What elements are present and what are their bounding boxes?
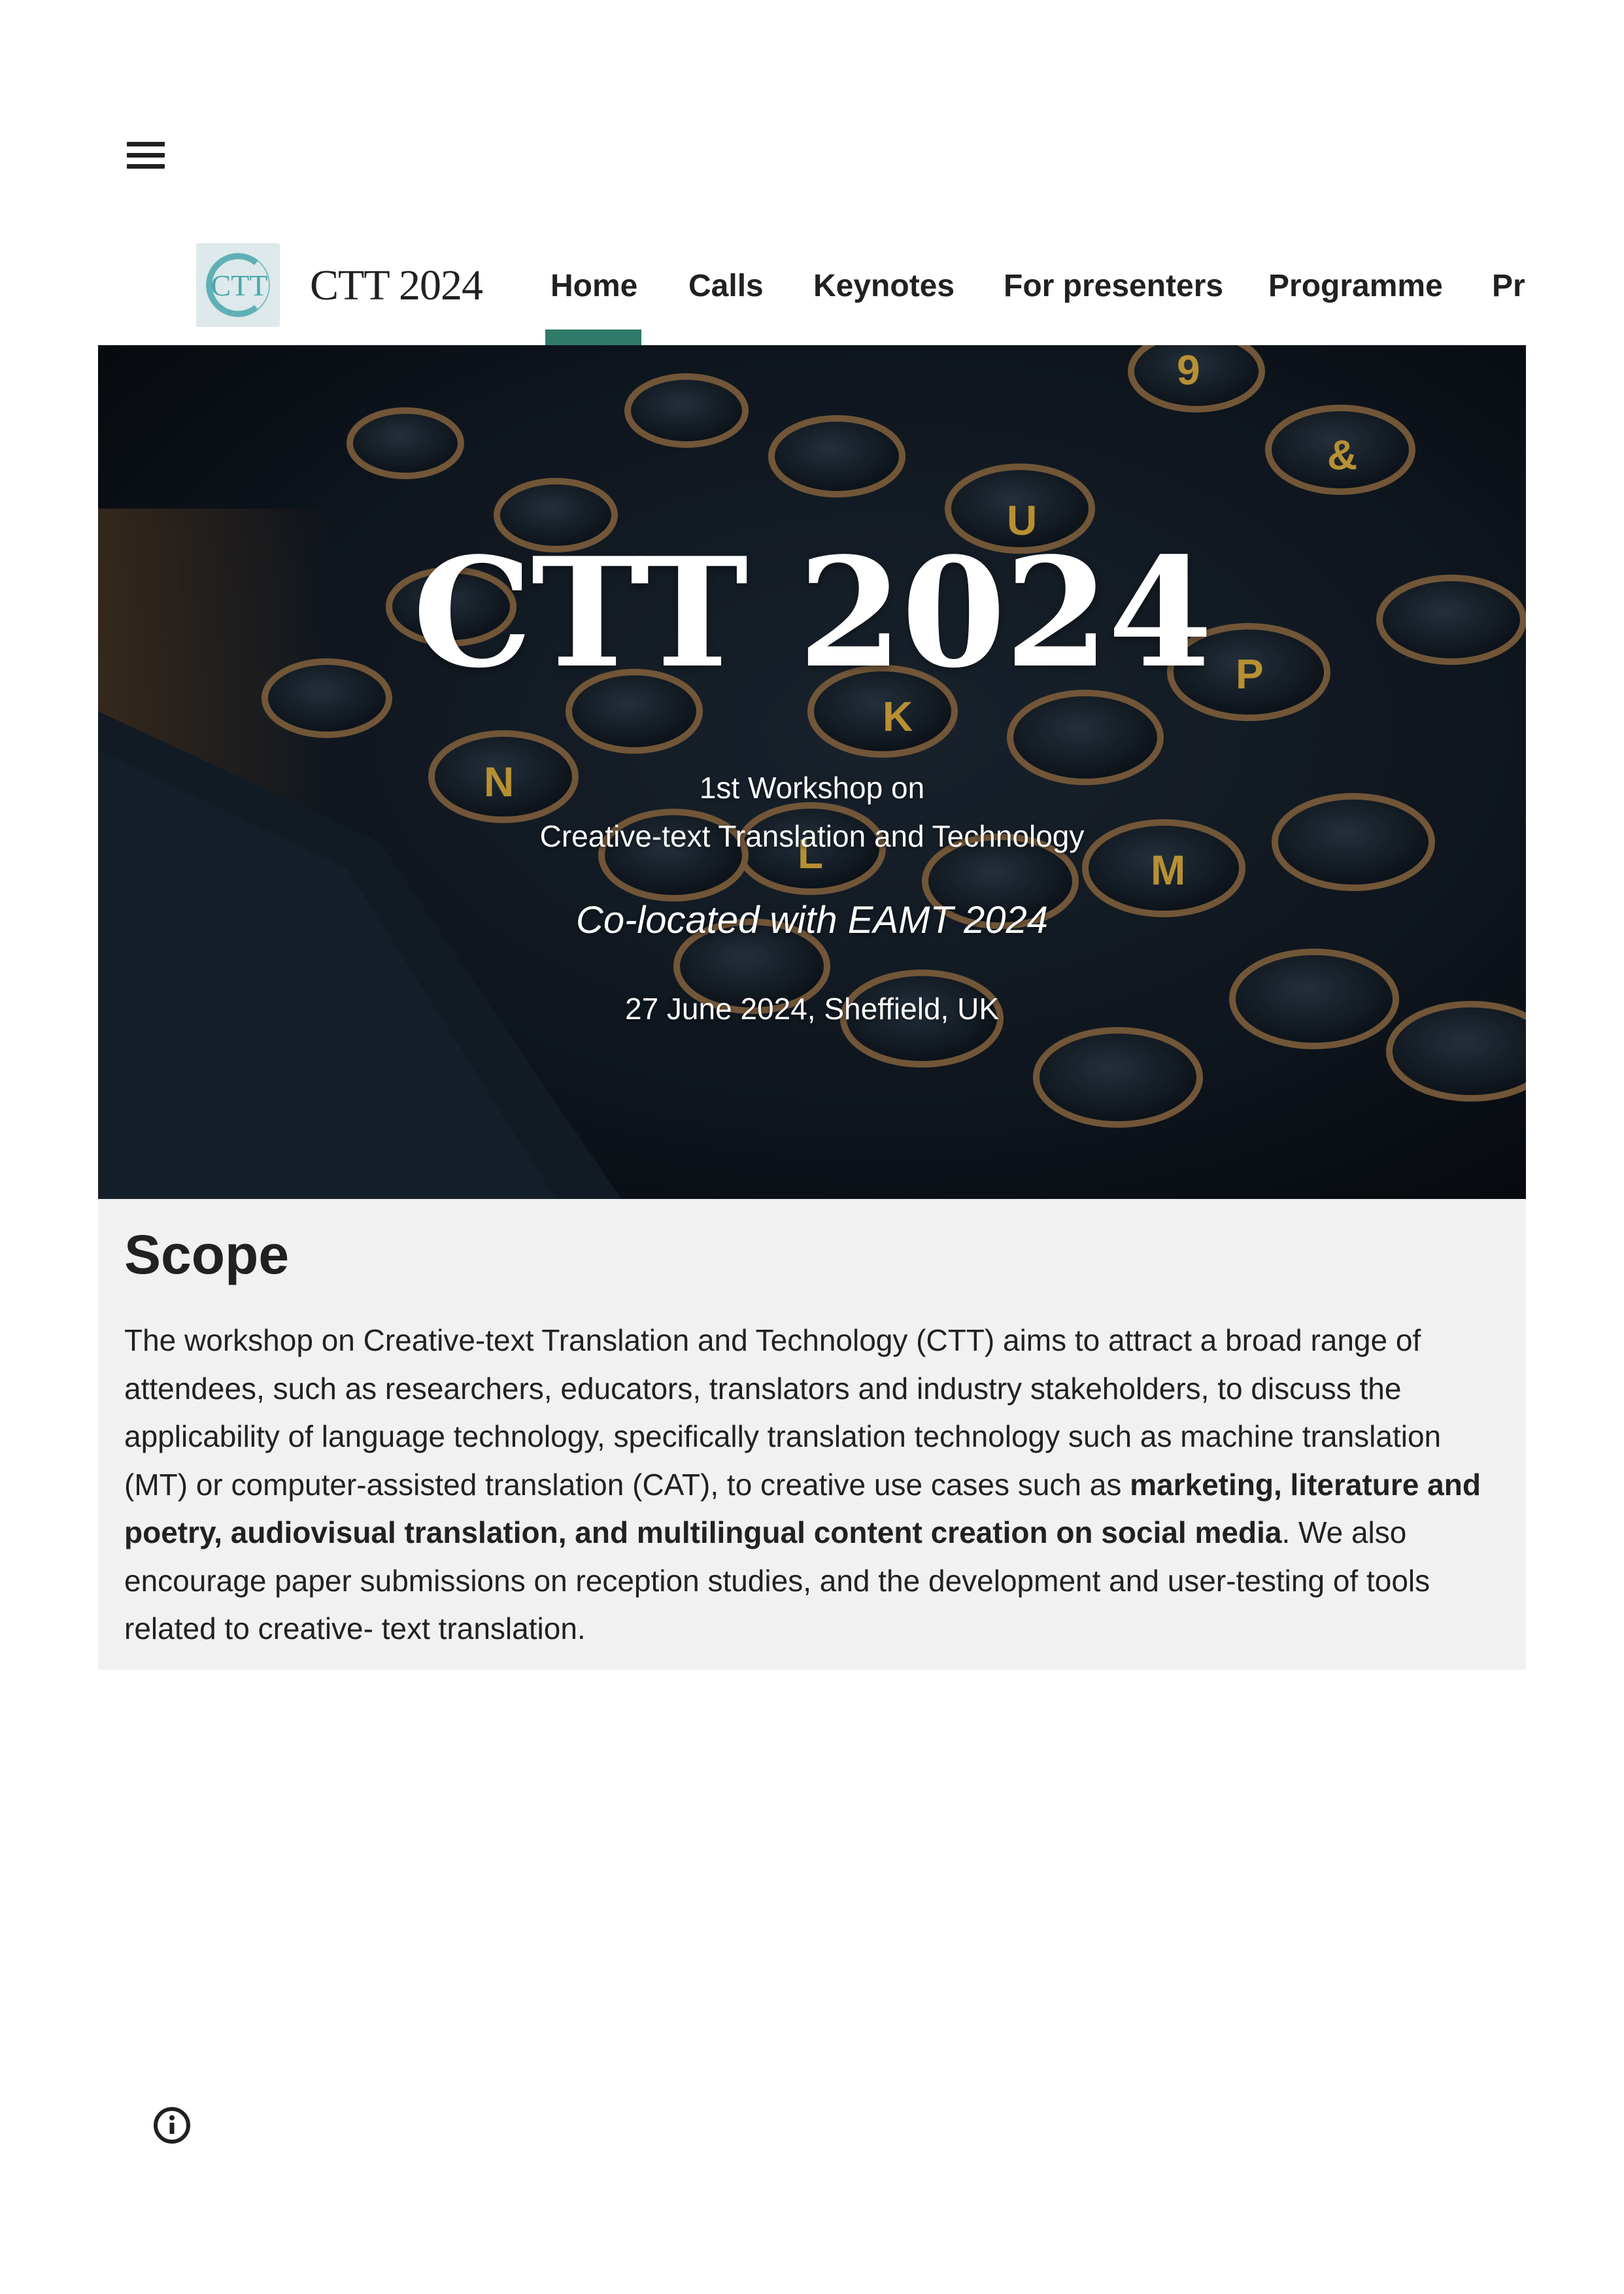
scope-body: The workshop on Creative-text Translatio… <box>124 1317 1500 1653</box>
hero-date-location: 27 June 2024, Sheffield, UK <box>624 992 999 1026</box>
nav-item-label: Pr <box>1492 269 1525 303</box>
hero-title: CTT 2024 <box>413 525 1212 701</box>
hero-subtitle-line2: Creative-text Translation and Technology <box>539 819 1085 853</box>
site-logo[interactable]: CTT <box>196 243 280 327</box>
nav-item-label: Programme <box>1268 269 1443 303</box>
main-navigation: Home Calls Keynotes For presenters Progr… <box>523 243 1530 345</box>
logo-text: CTT <box>211 269 268 302</box>
nav-item-truncated[interactable]: Pr <box>1492 243 1525 345</box>
scope-heading: Scope <box>124 1224 290 1285</box>
scope-section: Scope The workshop on Creative-text Tran… <box>98 1199 1526 1670</box>
nav-item-label: Home <box>550 269 638 303</box>
nav-item-label: Keynotes <box>813 269 955 303</box>
nav-item-programme[interactable]: Programme <box>1268 243 1443 345</box>
nav-item-label: For presenters <box>1004 269 1224 303</box>
active-tab-indicator <box>545 329 642 345</box>
nav-item-label: Calls <box>688 269 764 303</box>
hero-colocated: Co-located with EAMT 2024 <box>575 899 1049 941</box>
nav-item-calls[interactable]: Calls <box>688 243 764 345</box>
site-title[interactable]: CTT 2024 <box>310 256 483 315</box>
info-icon[interactable] <box>152 2105 192 2146</box>
ctt-logo-icon: CTT <box>196 243 280 327</box>
hero-banner: P K L M N U & 9 CTT 2024 1st Workshop on… <box>98 345 1526 1199</box>
nav-item-home[interactable]: Home <box>545 243 642 345</box>
hero-subtitle-line1: 1st Workshop on <box>699 771 925 805</box>
hamburger-menu-icon[interactable] <box>124 136 170 175</box>
nav-item-for-presenters[interactable]: For presenters <box>1004 243 1223 345</box>
nav-item-keynotes[interactable]: Keynotes <box>813 243 955 345</box>
